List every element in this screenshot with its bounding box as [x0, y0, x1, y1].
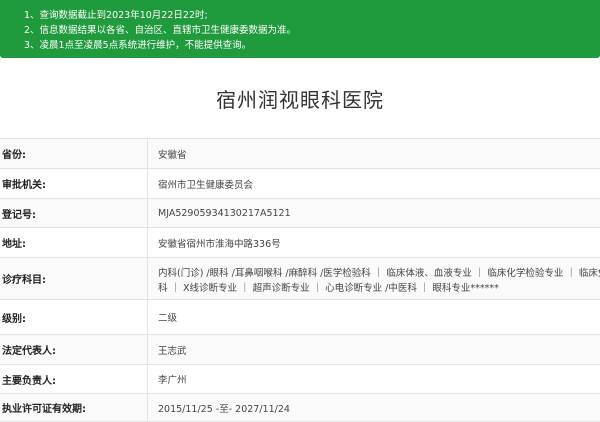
- notice-line: 3、凌晨1点至凌晨5点系统进行维护，不能提供查询。: [24, 40, 252, 51]
- row-label: 登记号:: [0, 199, 148, 227]
- row-label: 法定代表人:: [0, 335, 148, 364]
- row-level: 级别: 二级: [0, 300, 600, 335]
- row-legal-representative: 法定代表人: 王志武: [0, 335, 600, 365]
- row-province: 省份: 安徽省: [0, 139, 600, 169]
- row-value: 李广州: [158, 375, 187, 386]
- row-departments: 诊疗科目: 内科(门诊) /眼科 /耳鼻咽喉科 /麻醉科 /医学检验科 ｜ 临床…: [0, 258, 600, 300]
- info-table: 省份: 安徽省 审批机关: 宿州市卫生健康委员会 登记号: MJA5290593…: [0, 138, 600, 422]
- row-value: 2015/11/25 -至- 2027/11/24: [158, 403, 290, 415]
- row-value: 安徽省: [158, 149, 187, 161]
- row-label: 主要负责人:: [0, 365, 148, 393]
- notice-line: 1、查询数据截止到2023年10月22日22时;: [24, 10, 208, 21]
- row-label: 级别:: [0, 300, 148, 334]
- row-approval-authority: 审批机关: 宿州市卫生健康委员会: [0, 169, 600, 199]
- row-label: 省份:: [0, 139, 148, 168]
- row-label: 执业许可证有效期:: [0, 394, 148, 421]
- row-address: 地址: 安徽省宿州市淮海中路336号: [0, 228, 600, 258]
- departments-line: 科 ｜ X线诊断专业 ｜ 超声诊断专业 ｜ 心电诊断专业 /中医科 ｜ 眼科专业…: [158, 283, 499, 294]
- row-value: 二级: [158, 313, 178, 324]
- notice-banner: 1、查询数据截止到2023年10月22日22时; 2、信息数据结果以各省、自治区…: [0, 0, 600, 58]
- row-principal: 主要负责人: 李广州: [0, 365, 600, 394]
- row-registration-number: 登记号: MJA52905934130217A5121: [0, 199, 600, 228]
- departments-line: 内科(门诊) /眼科 /耳鼻咽喉科 /麻醉科 /医学检验科 ｜ 临床体液、血液专…: [158, 268, 600, 279]
- row-label: 审批机关:: [0, 169, 148, 198]
- row-label: 诊疗科目:: [0, 258, 148, 299]
- row-label: 地址:: [0, 228, 148, 257]
- row-value: 内科(门诊) /眼科 /耳鼻咽喉科 /麻醉科 /医学检验科 ｜ 临床体液、血液专…: [148, 258, 600, 299]
- row-value: MJA52905934130217A5121: [158, 207, 291, 219]
- row-value: 王志武: [158, 345, 187, 357]
- notice-line: 2、信息数据结果以各省、自治区、直辖市卫生健康委数据为准。: [24, 25, 297, 36]
- hospital-name: 宿州润视眼科医院: [216, 88, 384, 112]
- row-value: 安徽省宿州市淮海中路336号: [158, 238, 281, 250]
- row-value: 宿州市卫生健康委员会: [158, 179, 254, 191]
- row-license-validity: 执业许可证有效期: 2015/11/25 -至- 2027/11/24: [0, 394, 600, 422]
